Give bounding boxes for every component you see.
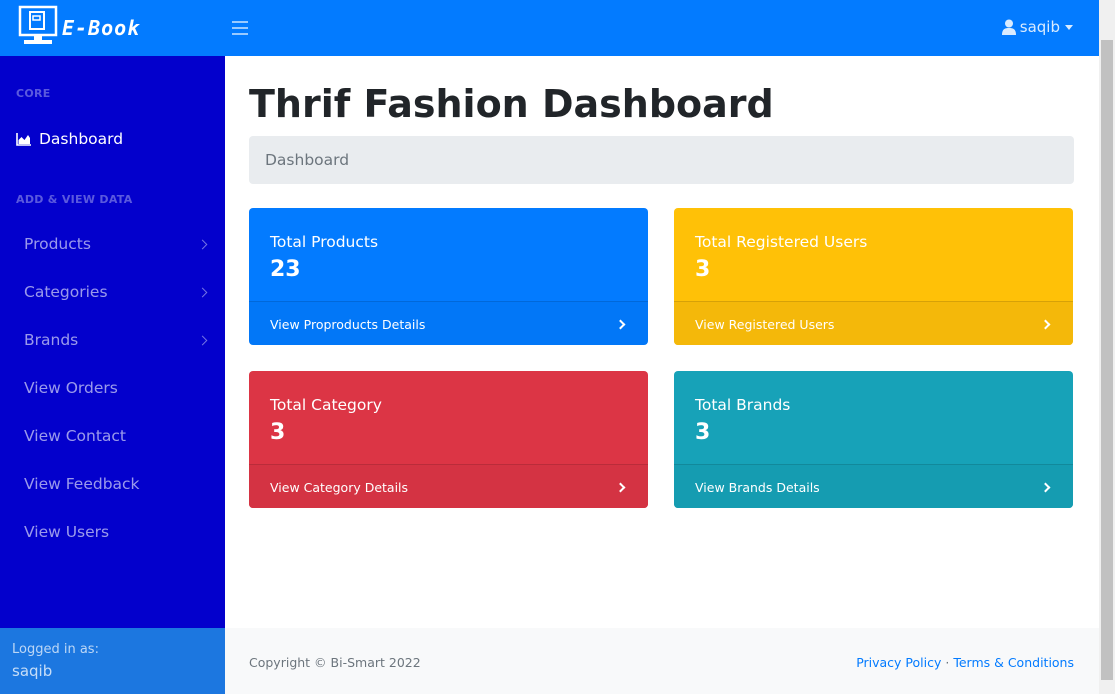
card-label: Total Category [270,396,382,414]
hamburger-icon [232,21,248,23]
main-content: Thrif Fashion Dashboard Dashboard Total … [225,56,1099,694]
card-link-label: View Brands Details [695,479,820,495]
hamburger-line [232,33,248,35]
sidebar-item-label: View Orders [24,379,118,397]
sidebar-item-dashboard[interactable]: Dashboard [16,130,123,148]
top-navbar: E-Book saqib [0,0,1099,56]
footer-links: Privacy Policy · Terms & Conditions [856,655,1074,670]
brand-name: E-Book [62,16,141,40]
card-label: Total Products [270,233,379,251]
view-products-details-link[interactable]: View Proproducts Details [249,301,648,345]
view-brands-details-link[interactable]: View Brands Details [674,464,1073,508]
card-total-products: Total Products 23 View Proproducts Detai… [249,208,648,345]
breadcrumb: Dashboard [249,136,1074,184]
footer-separator: · [945,655,950,670]
sidebar-heading-core: CORE [16,87,51,100]
sidebar-item-brands[interactable]: Brands [24,328,209,352]
sidebar-item-label: View Contact [24,427,127,445]
sidebar-item-view-orders[interactable]: View Orders [24,376,209,400]
sidebar-footer: Logged in as: saqib [0,628,225,694]
page-title: Thrif Fashion Dashboard [249,82,774,126]
chevron-right-icon [1040,319,1051,329]
card-value: 3 [695,257,711,282]
user-name: saqib [1019,18,1060,36]
copyright-text: Copyright © Bi-Smart 2022 [249,655,421,670]
chevron-right-icon [615,319,626,329]
card-label: Total Brands [695,396,791,414]
brand[interactable]: E-Book [18,5,141,51]
scrollbar-thumb[interactable] [1101,40,1113,680]
card-link-label: View Proproducts Details [270,316,426,332]
sidebar-item-view-users[interactable]: View Users [24,520,209,544]
card-value: 3 [270,420,286,445]
chevron-right-icon [197,287,208,297]
card-value: 3 [695,420,711,445]
sidebar-item-label: View Users [24,523,110,541]
chevron-right-icon [197,239,208,249]
chevron-right-icon [197,335,208,345]
vertical-scrollbar[interactable] [1099,0,1115,694]
card-link-label: View Category Details [270,479,409,495]
sidebar-item-label: Brands [24,331,79,349]
sidebar-item-categories[interactable]: Categories [24,280,209,304]
breadcrumb-item: Dashboard [265,151,350,169]
sidebar-item-view-feedback[interactable]: View Feedback [24,472,209,496]
card-value: 23 [270,257,301,282]
card-label: Total Registered Users [695,233,868,251]
sidebar-item-view-contact[interactable]: View Contact [24,424,209,448]
card-link-label: View Registered Users [695,316,835,332]
view-registered-users-link[interactable]: View Registered Users [674,301,1073,345]
sidebar-item-products[interactable]: Products [24,232,209,256]
sidebar-item-label: Products [24,235,91,253]
sidebar-item-label: Dashboard [39,130,124,148]
chevron-right-icon [615,482,626,492]
page-footer: Copyright © Bi-Smart 2022 Privacy Policy… [225,628,1099,694]
card-total-category: Total Category 3 View Category Details [249,371,648,508]
logged-in-label: Logged in as: [12,642,99,657]
terms-conditions-link[interactable]: Terms & Conditions [953,655,1074,670]
logged-in-user: saqib [12,662,53,680]
user-icon [1001,19,1020,35]
privacy-policy-link[interactable]: Privacy Policy [856,655,941,670]
card-total-registered-users: Total Registered Users 3 View Registered… [674,208,1073,345]
sidebar-item-label: Categories [24,283,108,301]
sidebar-item-label: View Feedback [24,475,140,493]
area-chart-icon [16,132,39,146]
sidebar-toggle-button[interactable] [232,17,248,39]
card-total-brands: Total Brands 3 View Brands Details [674,371,1073,508]
view-category-details-link[interactable]: View Category Details [249,464,648,508]
sidebar: CORE Dashboard ADD & VIEW DATA Products … [0,56,225,694]
chevron-right-icon [1040,482,1051,492]
computer-book-icon [18,5,58,51]
hamburger-line [232,27,248,29]
sidebar-heading-data: ADD & VIEW DATA [16,193,133,206]
user-dropdown[interactable]: saqib [1001,18,1073,36]
caret-down-icon [1065,24,1073,30]
